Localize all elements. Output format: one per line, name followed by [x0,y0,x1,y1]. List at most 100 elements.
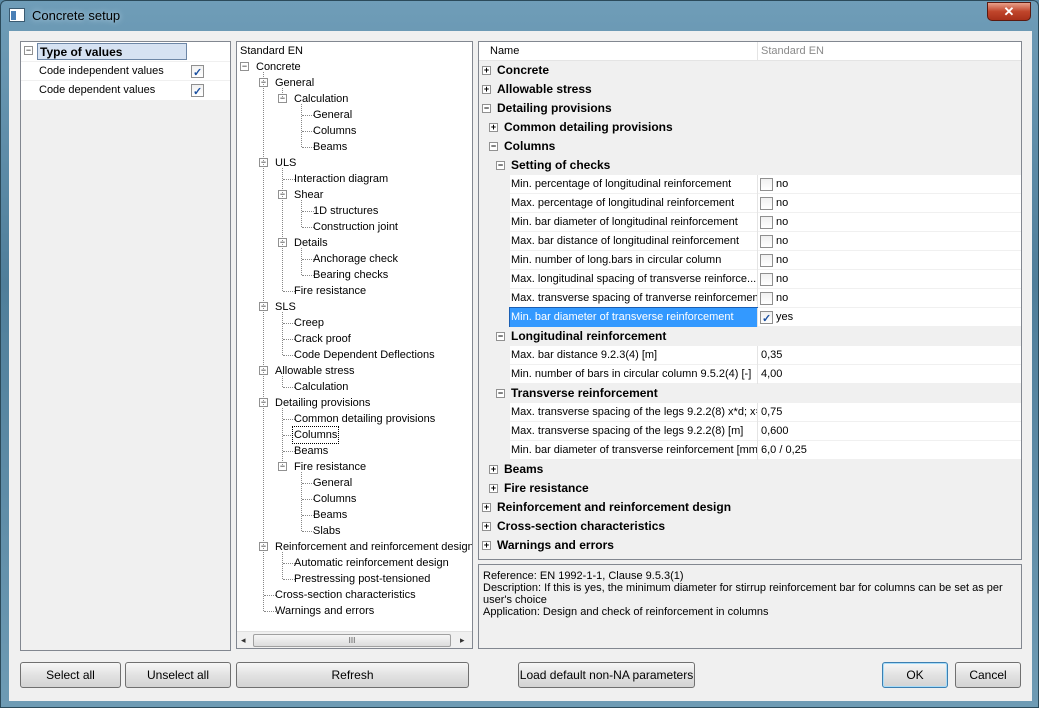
grid-category[interactable]: + Beams [479,460,1021,479]
grid-category[interactable]: − Setting of checks [479,156,1021,175]
grid-property-row[interactable]: Max. bar distance of longitudinal reinfo… [479,232,1021,251]
tree-node[interactable]: General [274,75,315,91]
property-checkbox[interactable] [760,235,773,248]
scroll-left-icon[interactable]: ◂ [241,635,246,646]
tree-node[interactable]: Allowable stress [274,363,355,379]
collapse-icon[interactable]: − [482,104,491,113]
property-checkbox[interactable] [760,292,773,305]
property-value[interactable]: yes [776,308,793,327]
tree-node[interactable]: 1D structures [312,203,379,219]
expand-icon[interactable]: + [489,484,498,493]
grid-category[interactable]: + Fire resistance [479,479,1021,498]
tree-node[interactable]: Warnings and errors [274,603,375,619]
property-checkbox[interactable] [760,273,773,286]
tree-node[interactable]: Beams [312,507,348,523]
tree-node[interactable]: Details [293,235,329,251]
tree-root[interactable]: Standard EN [240,43,303,59]
tree-node[interactable]: SLS [274,299,297,315]
property-value[interactable]: no [776,232,788,251]
expand-icon[interactable]: + [489,465,498,474]
grid-category[interactable]: + Reinforcement and reinforcement design [479,498,1021,517]
property-value[interactable]: no [776,213,788,232]
expand-icon[interactable]: + [482,541,491,550]
type-row[interactable]: Code independent values [21,61,230,83]
grid-property-row[interactable]: Max. transverse spacing of tranverse rei… [479,289,1021,308]
scroll-thumb[interactable]: III [253,634,451,647]
property-value[interactable]: 0,600 [761,422,789,441]
tree-node[interactable]: Shear [293,187,324,203]
grid-category[interactable]: + Warnings and errors [479,536,1021,555]
grid-category[interactable]: − Columns [479,137,1021,156]
property-checkbox[interactable] [760,178,773,191]
expand-icon[interactable]: + [489,123,498,132]
grid-property-row[interactable]: Max. percentage of longitudinal reinforc… [479,194,1021,213]
cancel-button[interactable]: Cancel [955,662,1021,688]
tree-node[interactable]: Interaction diagram [293,171,389,187]
close-button[interactable]: ✕ [987,2,1031,21]
tree-node[interactable]: Creep [293,315,325,331]
tree-node[interactable]: Anchorage check [312,251,399,267]
property-value[interactable]: no [776,289,788,308]
scroll-right-icon[interactable]: ▸ [460,635,465,646]
property-value[interactable]: no [776,270,788,289]
expand-icon[interactable]: + [482,66,491,75]
tree-node[interactable]: Slabs [312,523,342,539]
grid-category[interactable]: + Cross-section characteristics [479,517,1021,536]
tree-node[interactable]: Common detailing provisions [293,411,436,427]
type-header-row[interactable]: − Type of values [21,42,230,61]
tree-node[interactable]: Columns [291,426,340,444]
grid-category[interactable]: − Detailing provisions [479,99,1021,118]
expand-icon[interactable]: + [482,85,491,94]
tree-collapse-icon[interactable]: − [240,62,249,71]
tree-node[interactable]: Columns [312,491,357,507]
unselect-all-button[interactable]: Unselect all [125,662,231,688]
title-bar[interactable]: Concrete setup ✕ [1,1,1038,31]
grid-property-row[interactable]: Min. percentage of longitudinal reinforc… [479,175,1021,194]
grid-property-row[interactable]: Min. bar diameter of transverse reinforc… [479,307,1021,329]
tree-node[interactable]: Prestressing post-tensioned [293,571,431,587]
tree-node[interactable]: Automatic reinforcement design [293,555,450,571]
type-checkbox[interactable] [191,83,204,102]
select-all-button[interactable]: Select all [20,662,121,688]
tree-node[interactable]: Fire resistance [293,459,367,475]
grid-category[interactable]: + Allowable stress [479,80,1021,99]
ok-button[interactable]: OK [882,662,948,688]
property-value[interactable]: no [776,194,788,213]
tree-node[interactable]: Concrete [255,59,302,75]
property-value[interactable]: 0,35 [761,346,782,365]
load-default-button[interactable]: Load default non-NA parameters [518,662,695,688]
property-checkbox[interactable] [760,254,773,267]
tree-node[interactable]: Detailing provisions [274,395,371,411]
property-checkbox[interactable] [760,216,773,229]
tree-horizontal-scrollbar[interactable]: ◂ III ▸ [237,631,472,648]
tree-node[interactable]: General [312,107,353,123]
grid-property-row[interactable]: Max. transverse spacing of the legs 9.2.… [479,422,1021,441]
grid-property-row[interactable]: Max. bar distance 9.2.3(4) [m] 0,35 [479,346,1021,365]
refresh-button[interactable]: Refresh [236,662,469,688]
tree-node[interactable]: Bearing checks [312,267,389,283]
property-value[interactable]: 0,75 [761,403,782,422]
grid-property-row[interactable]: Max. longitudinal spacing of transverse … [479,270,1021,289]
tree-node[interactable]: Fire resistance [293,283,367,299]
grid-category[interactable]: + Concrete [479,61,1021,80]
grid-category[interactable]: − Transverse reinforcement [479,384,1021,403]
property-value[interactable]: no [776,251,788,270]
type-checkbox[interactable] [191,64,204,83]
grid-property-row[interactable]: Min. number of bars in circular column 9… [479,365,1021,384]
grid-property-row[interactable]: Min. bar diameter of transverse reinforc… [479,441,1021,460]
tree-node[interactable]: Calculation [293,379,349,395]
expand-icon[interactable]: + [482,522,491,531]
collapse-icon[interactable]: − [496,161,505,170]
property-checkbox[interactable] [760,197,773,210]
tree-node[interactable]: Cross-section characteristics [274,587,417,603]
expand-icon[interactable]: + [482,503,491,512]
grid-property-row[interactable]: Min. bar diameter of longitudinal reinfo… [479,213,1021,232]
collapse-icon[interactable]: − [496,389,505,398]
tree-node[interactable]: Code Dependent Deflections [293,347,436,363]
property-value[interactable]: 6,0 / 0,25 [761,441,807,460]
grid-category[interactable]: − Longitudinal reinforcement [479,327,1021,346]
grid-category[interactable]: + Common detailing provisions [479,118,1021,137]
property-value[interactable]: no [776,175,788,194]
tree-node[interactable]: ULS [274,155,297,171]
tree-node[interactable]: Columns [312,123,357,139]
